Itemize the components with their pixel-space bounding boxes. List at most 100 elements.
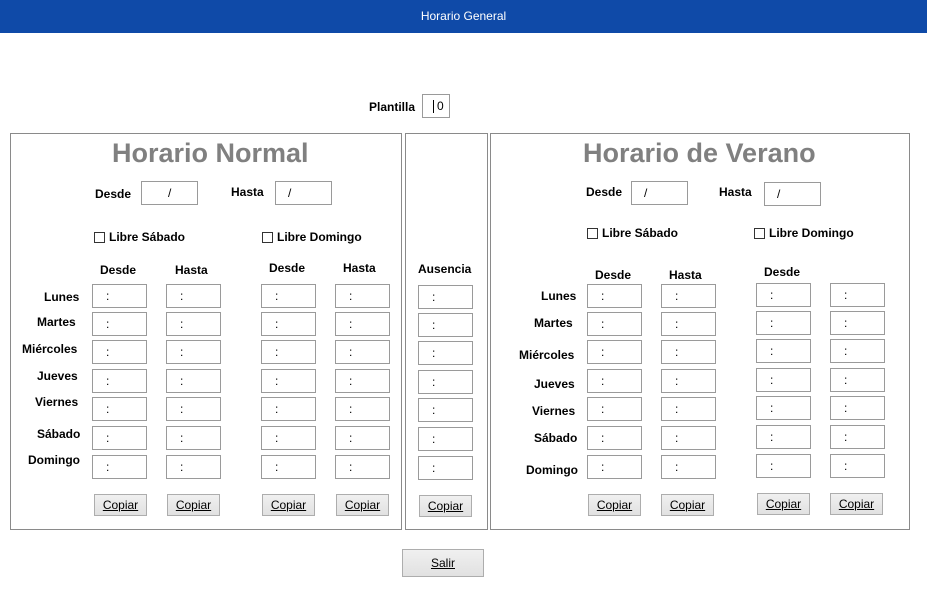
checkbox-box (587, 228, 598, 239)
normal-time-input[interactable]: : (261, 340, 316, 364)
normal-time-input[interactable]: : (166, 397, 221, 421)
normal-time-input[interactable]: : (261, 455, 316, 479)
normal-desde-date-value: / (168, 186, 172, 200)
normal-time-input[interactable]: : (261, 284, 316, 308)
verano-time-input[interactable]: : (756, 339, 811, 363)
normal-time-input[interactable]: : (166, 426, 221, 450)
verano-day-label: Viernes (532, 404, 576, 418)
normal-time-input[interactable]: : (261, 369, 316, 393)
verano-hasta-date-value: / (777, 187, 781, 201)
verano-copiar-button-label: Copiar (596, 498, 633, 512)
normal-time-input[interactable]: : (92, 426, 147, 450)
verano-time-input[interactable]: : (661, 284, 716, 308)
salir-button[interactable]: Salir (402, 549, 484, 577)
normal-libre-domingo-checkbox[interactable]: Libre Domingo (262, 230, 362, 244)
verano-time-input[interactable]: : (661, 455, 716, 479)
ausencia-copiar-button-label: Copiar (427, 499, 464, 513)
verano-time-input[interactable]: : (661, 340, 716, 364)
normal-copiar-button[interactable]: Copiar (167, 494, 220, 516)
verano-time-input-value: : (770, 373, 774, 387)
horario-verano-title: Horario de Verano (583, 138, 816, 168)
normal-time-input-value: : (106, 345, 110, 359)
normal-time-input[interactable]: : (166, 369, 221, 393)
ausencia-time-input[interactable]: : (418, 313, 473, 337)
normal-time-input[interactable]: : (261, 397, 316, 421)
ausencia-copiar-button[interactable]: Copiar (419, 495, 472, 517)
verano-time-input[interactable]: : (661, 369, 716, 393)
verano-time-input[interactable]: : (587, 369, 642, 393)
verano-time-input[interactable]: : (756, 425, 811, 449)
verano-copiar-button[interactable]: Copiar (830, 493, 883, 515)
normal-time-input-value: : (180, 460, 184, 474)
verano-time-input[interactable]: : (830, 454, 885, 478)
verano-desde-date-input[interactable]: / (631, 181, 688, 205)
verano-time-input[interactable]: : (587, 340, 642, 364)
normal-time-input[interactable]: : (261, 426, 316, 450)
normal-time-input[interactable]: : (335, 284, 390, 308)
normal-time-input-value: : (180, 345, 184, 359)
normal-copiar-button[interactable]: Copiar (262, 494, 315, 516)
normal-time-input[interactable]: : (335, 312, 390, 336)
ausencia-time-input[interactable]: : (418, 285, 473, 309)
verano-time-input[interactable]: : (756, 454, 811, 478)
verano-time-input[interactable]: : (587, 312, 642, 336)
normal-time-input[interactable]: : (92, 397, 147, 421)
verano-time-input[interactable]: : (830, 425, 885, 449)
normal-time-input[interactable]: : (335, 340, 390, 364)
normal-time-input[interactable]: : (335, 369, 390, 393)
normal-time-input[interactable]: : (92, 312, 147, 336)
verano-hasta-date-input[interactable]: / (764, 182, 821, 206)
normal-copiar-button[interactable]: Copiar (94, 494, 147, 516)
verano-time-input[interactable]: : (661, 312, 716, 336)
normal-hasta-date-value: / (288, 186, 292, 200)
verano-time-input[interactable]: : (756, 311, 811, 335)
normal-time-input[interactable]: : (335, 455, 390, 479)
normal-time-input[interactable]: : (335, 397, 390, 421)
plantilla-input[interactable]: 0 (422, 94, 450, 118)
verano-time-input-value: : (601, 460, 605, 474)
ausencia-time-input-value: : (432, 375, 436, 389)
verano-libre-sabado-checkbox[interactable]: Libre Sábado (587, 226, 678, 240)
verano-time-input[interactable]: : (830, 311, 885, 335)
verano-time-input[interactable]: : (661, 426, 716, 450)
verano-time-input[interactable]: : (830, 283, 885, 307)
normal-time-input-value: : (275, 317, 279, 331)
normal-time-input[interactable]: : (166, 455, 221, 479)
verano-time-input[interactable]: : (830, 368, 885, 392)
ausencia-time-input[interactable]: : (418, 370, 473, 394)
normal-time-input[interactable]: : (166, 312, 221, 336)
ausencia-time-input[interactable]: : (418, 456, 473, 480)
normal-desde-date-input[interactable]: / (141, 181, 198, 205)
verano-time-input[interactable]: : (587, 455, 642, 479)
verano-time-input[interactable]: : (756, 368, 811, 392)
ausencia-time-input[interactable]: : (418, 427, 473, 451)
ausencia-time-input[interactable]: : (418, 341, 473, 365)
normal-copiar-button[interactable]: Copiar (336, 494, 389, 516)
verano-copiar-button[interactable]: Copiar (661, 494, 714, 516)
normal-time-input[interactable]: : (92, 340, 147, 364)
verano-time-input[interactable]: : (756, 396, 811, 420)
normal-time-input[interactable]: : (166, 340, 221, 364)
normal-copiar-button-label: Copiar (270, 498, 307, 512)
normal-time-input[interactable]: : (166, 284, 221, 308)
ausencia-header: Ausencia (418, 262, 472, 276)
verano-time-input[interactable]: : (661, 397, 716, 421)
normal-time-input[interactable]: : (92, 284, 147, 308)
normal-libre-sabado-checkbox[interactable]: Libre Sábado (94, 230, 185, 244)
verano-copiar-button[interactable]: Copiar (757, 493, 810, 515)
normal-time-input[interactable]: : (261, 312, 316, 336)
verano-time-input[interactable]: : (830, 396, 885, 420)
normal-time-input[interactable]: : (92, 455, 147, 479)
normal-hasta-date-input[interactable]: / (275, 181, 332, 205)
verano-time-input[interactable]: : (587, 397, 642, 421)
normal-day-label: Miércoles (22, 342, 78, 356)
ausencia-time-input[interactable]: : (418, 398, 473, 422)
verano-time-input[interactable]: : (587, 426, 642, 450)
normal-time-input[interactable]: : (92, 369, 147, 393)
verano-time-input[interactable]: : (587, 284, 642, 308)
verano-libre-domingo-checkbox[interactable]: Libre Domingo (754, 226, 854, 240)
verano-time-input[interactable]: : (756, 283, 811, 307)
normal-time-input[interactable]: : (335, 426, 390, 450)
verano-time-input[interactable]: : (830, 339, 885, 363)
verano-copiar-button[interactable]: Copiar (588, 494, 641, 516)
